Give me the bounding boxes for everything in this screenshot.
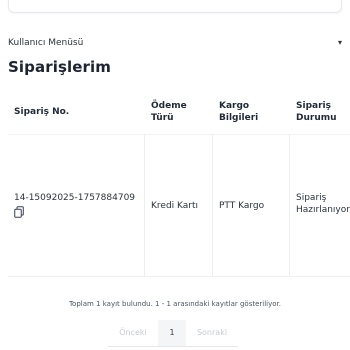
column-header-order-no[interactable]: Sipariş No. [14, 90, 142, 134]
copy-icon[interactable] [14, 206, 24, 218]
pagination-next-button[interactable]: Sonraki [186, 320, 238, 347]
records-summary: Toplam 1 kayıt bulundu. 1 - 1 arasındaki… [68, 300, 282, 308]
order-number[interactable]: 14-15092025-1757884709 [14, 192, 142, 204]
order-status-line: Sipariş [296, 193, 327, 203]
orders-page: Kullanıcı Menüsü ▾ Siparişlerim Sipariş … [0, 0, 350, 350]
column-header-label: Sipariş [296, 101, 331, 111]
pagination-current-page[interactable]: 1 [158, 319, 186, 347]
user-menu-label: Kullanıcı Menüsü [8, 38, 84, 48]
top-search-bar[interactable] [8, 0, 342, 13]
orders-table: Sipariş No. Ödeme Türü Kargo Bilgileri S… [8, 90, 350, 277]
pagination: Önceki 1 Sonraki [108, 319, 238, 347]
column-header-payment-type[interactable]: Ödeme Türü [151, 90, 211, 134]
cargo-info: PTT Kargo [219, 201, 265, 211]
column-header-label: Kargo [219, 101, 250, 111]
order-status: Sipariş Hazırlanıyor [296, 192, 350, 216]
table-header: Sipariş No. Ödeme Türü Kargo Bilgileri S… [8, 90, 350, 134]
column-header-label: Sipariş No. [14, 107, 70, 117]
payment-type: Kredi Kartı [151, 201, 199, 211]
order-status-line: Hazırlanıyor [296, 205, 350, 215]
pagination-prev-button[interactable]: Önceki [108, 320, 158, 347]
user-menu-toggle[interactable]: Kullanıcı Menüsü ▾ [8, 33, 342, 53]
page-title: Siparişlerim [8, 58, 111, 76]
column-header-label: Türü [151, 113, 174, 123]
column-header-label: Durumu [296, 113, 337, 123]
column-divider [289, 134, 290, 276]
column-header-label: Ödeme [151, 101, 187, 111]
row-divider [8, 134, 350, 135]
column-header-label: Bilgileri [219, 113, 259, 123]
column-header-status[interactable]: Sipariş Durumu [296, 90, 350, 134]
column-divider [212, 134, 213, 276]
column-divider [144, 134, 145, 276]
column-header-cargo[interactable]: Kargo Bilgileri [219, 90, 287, 134]
chevron-down-icon: ▾ [337, 38, 342, 47]
